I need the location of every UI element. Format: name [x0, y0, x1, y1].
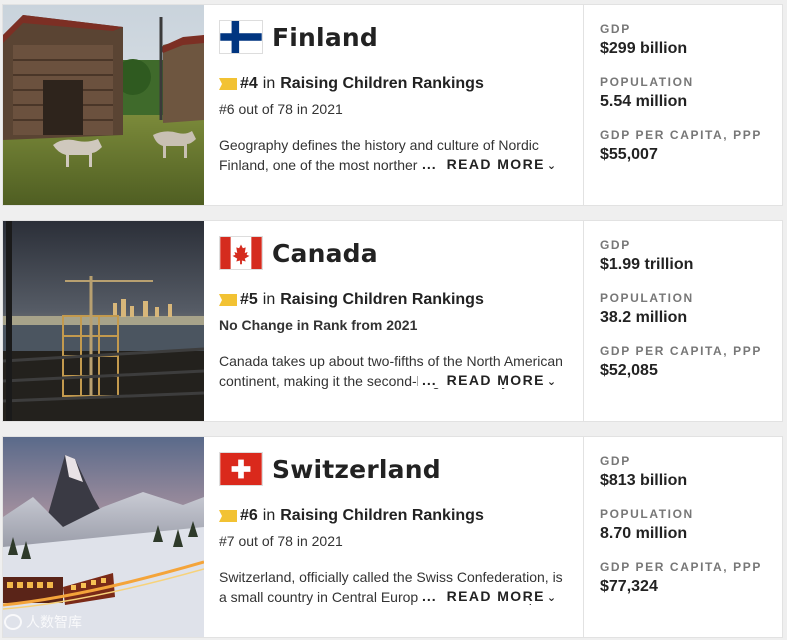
read-more-label: READ MORE — [446, 588, 545, 604]
watermark: 人数智库 — [4, 612, 82, 632]
country-name[interactable]: Switzerland — [272, 455, 441, 484]
gdp-per-capita-label: GDP PER CAPITA, PPP — [600, 344, 762, 358]
canada-flag-icon — [219, 236, 263, 270]
gdp-per-capita-value: $55,007 — [600, 146, 658, 163]
rank-change: No Change in Rank from 2021 — [219, 317, 418, 333]
switzerland-photo[interactable] — [3, 437, 204, 637]
population-label: POPULATION — [600, 291, 694, 305]
country-card-finland: Finland #4 in Raising Children Rankings … — [2, 4, 783, 206]
country-name[interactable]: Canada — [272, 239, 378, 268]
rank-in: in — [262, 291, 276, 308]
gdp-per-capita-label: GDP PER CAPITA, PPP — [600, 560, 762, 574]
ribbon-icon — [219, 294, 237, 306]
read-more-label: READ MORE — [446, 372, 545, 388]
switzerland-flag-icon — [219, 452, 263, 486]
population-value: 8.70 million — [600, 525, 688, 542]
ribbon-icon — [219, 78, 237, 90]
switzerland-main: Switzerland #6 in Raising Children Ranki… — [204, 437, 584, 637]
ribbon-icon — [219, 510, 237, 522]
ellipsis: ... — [422, 372, 437, 388]
read-more-button[interactable]: ... READ MORE ⌄ — [418, 372, 558, 388]
country-card-switzerland: Switzerland #6 in Raising Children Ranki… — [2, 436, 783, 638]
gdp-per-capita-value: $77,324 — [600, 578, 658, 595]
watermark-text: 人数智库 — [26, 614, 82, 630]
rank-category-link[interactable]: Raising Children Rankings — [280, 75, 484, 93]
ellipsis: ... — [422, 156, 437, 172]
rank-in: in — [262, 507, 276, 524]
canada-main: Canada #5 in Raising Children Rankings N… — [204, 221, 584, 421]
gdp-per-capita-value: $52,085 — [600, 362, 658, 379]
population-label: POPULATION — [600, 507, 694, 521]
rank-change: #6 out of 78 in 2021 — [219, 101, 343, 117]
rank-change: #7 out of 78 in 2021 — [219, 533, 343, 549]
finland-main: Finland #4 in Raising Children Rankings … — [204, 5, 584, 205]
rank-number: #5 — [240, 291, 258, 308]
population-label: POPULATION — [600, 75, 694, 89]
rank-in: in — [262, 75, 276, 92]
canada-photo[interactable] — [3, 221, 204, 421]
population-value: 5.54 million — [600, 93, 688, 110]
finland-photo[interactable] — [3, 5, 204, 205]
watermark-logo-icon — [4, 614, 22, 630]
rank-row: #6 in Raising Children Rankings — [219, 507, 583, 525]
read-more-button[interactable]: ... READ MORE ⌄ — [418, 156, 558, 172]
rank-row: #5 in Raising Children Rankings — [219, 291, 583, 309]
rank-category-link[interactable]: Raising Children Rankings — [280, 291, 484, 309]
rank-category-link[interactable]: Raising Children Rankings — [280, 507, 484, 525]
finland-stats: GDP $299 billion POPULATION 5.54 million… — [584, 5, 782, 205]
finland-flag-icon — [219, 20, 263, 54]
ellipsis: ... — [422, 588, 437, 604]
chevron-down-icon: ⌄ — [546, 160, 558, 172]
rank-number: #4 — [240, 75, 258, 92]
switzerland-stats: GDP $813 billion POPULATION 8.70 million… — [584, 437, 782, 637]
country-name[interactable]: Finland — [272, 23, 378, 52]
gdp-label: GDP — [600, 454, 631, 468]
country-card-canada: Canada #5 in Raising Children Rankings N… — [2, 220, 783, 422]
gdp-value: $299 billion — [600, 40, 688, 57]
chevron-down-icon: ⌄ — [546, 376, 558, 388]
gdp-per-capita-label: GDP PER CAPITA, PPP — [600, 128, 762, 142]
gdp-value: $1.99 trillion — [600, 256, 694, 273]
canada-stats: GDP $1.99 trillion POPULATION 38.2 milli… — [584, 221, 782, 421]
gdp-label: GDP — [600, 22, 631, 36]
population-value: 38.2 million — [600, 309, 688, 326]
gdp-value: $813 billion — [600, 472, 688, 489]
chevron-down-icon: ⌄ — [546, 592, 558, 604]
rank-number: #6 — [240, 507, 258, 524]
read-more-button[interactable]: ... READ MORE ⌄ — [418, 588, 558, 604]
gdp-label: GDP — [600, 238, 631, 252]
read-more-label: READ MORE — [446, 156, 545, 172]
rank-row: #4 in Raising Children Rankings — [219, 75, 583, 93]
